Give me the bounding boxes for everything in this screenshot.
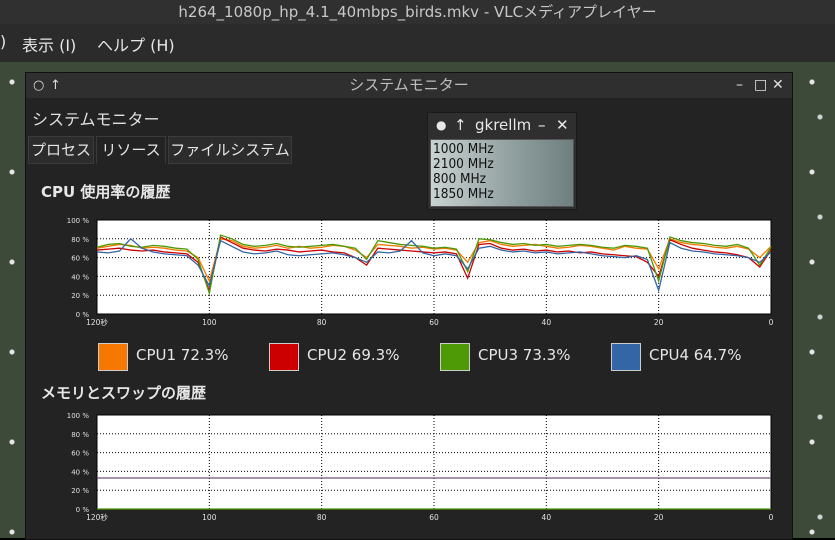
y-tick-label: 60 % (71, 450, 89, 458)
menu-item-partial[interactable]: ) (0, 32, 6, 51)
cpu-freq-2: 2100 MHz (433, 156, 494, 172)
x-tick-label: 0 (769, 513, 774, 522)
gkrellm-title: gkrellm (475, 116, 532, 134)
x-tick-label: 120秒 (86, 317, 108, 327)
x-tick-label: 60 (429, 318, 439, 327)
cpu-freq-4: 1850 MHz (433, 186, 494, 202)
legend-color-swatch[interactable] (611, 343, 641, 371)
y-tick-label: 20 % (71, 487, 89, 495)
x-tick-label: 80 (317, 318, 327, 327)
plot-area (96, 414, 772, 510)
resource-graphs: 100 %80 %60 %40 %20 %0 %120秒 100 80 60 40 20 0… (67, 217, 774, 522)
legend-color-swatch[interactable] (98, 343, 128, 371)
legend-label: CPU4 64.7% (649, 346, 742, 364)
y-tick-label: 20 % (71, 292, 89, 300)
gkrellm-window: ● ↑ gkrellm – ✕ 1000 MHz 2100 MHz 800 MH… (427, 112, 577, 210)
close-icon[interactable]: ✕ (556, 113, 569, 137)
cpu-freq-3: 800 MHz (433, 171, 487, 187)
x-tick-label: 60 (429, 513, 439, 522)
plot-area (96, 219, 772, 315)
x-tick-label: 40 (542, 318, 552, 327)
y-tick-label: 100 % (67, 217, 90, 225)
legend-label: CPU1 72.3% (136, 346, 229, 364)
y-tick-label: 80 % (71, 236, 89, 244)
y-tick-label: 40 % (71, 468, 89, 476)
x-tick-label: 20 (654, 318, 664, 327)
x-tick-label: 40 (542, 513, 552, 522)
x-tick-label: 0 (769, 318, 774, 327)
system-monitor-window: ○ ↑ システムモニター – □ ✕ システムモニター プロセス リソース ファ… (25, 72, 793, 540)
y-tick-label: 60 % (71, 255, 89, 263)
x-tick-label: 100 (202, 318, 217, 327)
menu-item-view[interactable]: 表示 (I) (22, 32, 76, 56)
gkrellm-titlebar[interactable]: ● ↑ gkrellm – ✕ (428, 113, 576, 137)
vlc-menubar: ) 表示 (I) ヘルプ (H) (0, 24, 835, 62)
legend-label: CPU2 69.3% (307, 346, 400, 364)
x-tick-label: 100 (202, 513, 217, 522)
legend-color-swatch[interactable] (440, 343, 470, 371)
legend-label: CPU3 73.3% (478, 346, 571, 364)
menu-item-help[interactable]: ヘルプ (H) (97, 32, 175, 56)
vlc-window-title: h264_1080p_hp_4.1_40mbps_birds.mkv - VLC… (0, 0, 835, 24)
cpu-history-graph: 100 %80 %60 %40 %20 %0 %120秒 100 80 60 40 20 0 (67, 217, 774, 327)
x-tick-label: 120秒 (86, 512, 108, 522)
memory-history-graph: 100 %80 %60 %40 %20 %0 %120秒 100 80 60 40 20 0 (67, 412, 774, 522)
y-tick-label: 40 % (71, 273, 89, 281)
y-tick-label: 80 % (71, 431, 89, 439)
keep-above-icon[interactable]: ↑ (454, 113, 467, 137)
y-tick-label: 100 % (67, 412, 90, 420)
x-tick-label: 80 (317, 513, 327, 522)
legend-color-swatch[interactable] (269, 343, 299, 371)
cpu-frequency-panel: 1000 MHz 2100 MHz 800 MHz 1850 MHz (430, 139, 574, 207)
x-tick-label: 20 (654, 513, 664, 522)
window-menu-icon[interactable]: ● (436, 113, 446, 137)
cpu-freq-1: 1000 MHz (433, 141, 494, 157)
minimize-button[interactable]: – (538, 113, 546, 137)
